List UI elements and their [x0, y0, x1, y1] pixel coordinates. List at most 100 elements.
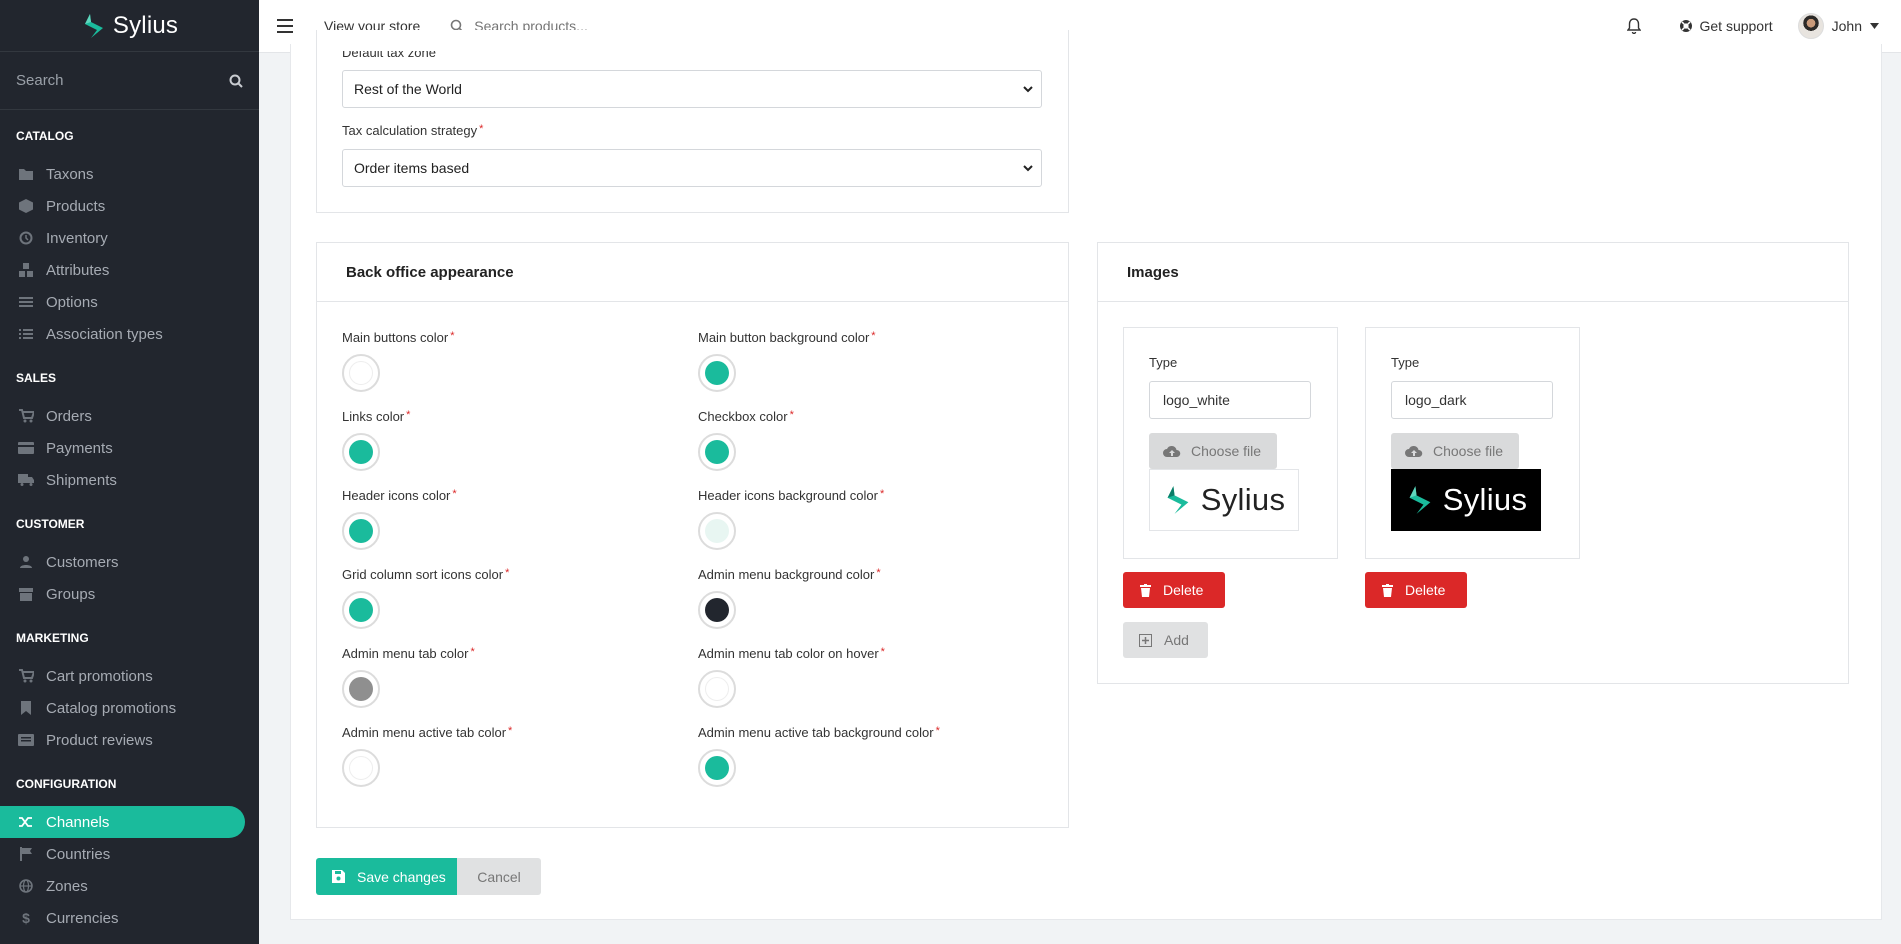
field-label-text: Header icons color: [342, 488, 451, 503]
admin-menu-active-tab-bg-color-picker[interactable]: [698, 749, 736, 787]
color-dot: [349, 598, 373, 622]
get-support-link[interactable]: Get support: [1679, 18, 1773, 34]
admin-menu-tab-hover-color-picker[interactable]: [698, 670, 736, 708]
sidebar-item-currencies[interactable]: $ Currencies: [0, 902, 259, 934]
dollar-icon: $: [22, 910, 30, 926]
sidebar-item-countries[interactable]: Countries: [0, 838, 259, 870]
choose-file-button[interactable]: Choose file: [1149, 433, 1277, 469]
brand-logo[interactable]: Sylius: [0, 0, 259, 52]
sidebar-item-label: Association types: [46, 325, 163, 343]
grid-sort-icons-color-picker[interactable]: [342, 591, 380, 629]
required-marker: *: [479, 123, 484, 135]
bell-icon[interactable]: [1625, 18, 1643, 34]
sylius-logo-icon: [1167, 486, 1189, 514]
sidebar-item-payments[interactable]: Payments: [0, 432, 259, 464]
sidebar-item-label: Catalog promotions: [46, 699, 177, 717]
credit-card-icon: [18, 440, 34, 456]
sidebar-item-orders[interactable]: Orders: [0, 400, 259, 432]
sidebar-item-label: Cart promotions: [46, 667, 153, 685]
add-image-button[interactable]: Add: [1123, 622, 1208, 658]
sidebar-item-customers[interactable]: Customers: [0, 546, 259, 578]
logo-text: Sylius: [1442, 482, 1528, 517]
header-icons-color-picker[interactable]: [342, 512, 380, 550]
color-dot: [705, 440, 729, 464]
field-label-text: Admin menu tab color: [342, 646, 469, 661]
sidebar-item-inventory[interactable]: Inventory: [0, 222, 259, 254]
sidebar-item-zones[interactable]: Zones: [0, 870, 259, 902]
sidebar-section-sales: SALES: [16, 371, 57, 385]
sidebar-section-customer: CUSTOMER: [16, 517, 85, 531]
logo-text: Sylius: [1200, 482, 1286, 517]
sidebar-item-shipments[interactable]: Shipments: [0, 464, 259, 496]
links-color-label: Links color *: [342, 409, 410, 424]
links-color-picker[interactable]: [342, 433, 380, 471]
required-marker: *: [879, 488, 885, 500]
cancel-button[interactable]: Cancel: [457, 858, 541, 895]
sidebar-item-options[interactable]: Options: [0, 286, 259, 318]
cubes-icon: [18, 262, 34, 278]
default-tax-zone-select[interactable]: Rest of the World: [342, 70, 1042, 108]
checkbox-color-picker[interactable]: [698, 433, 736, 471]
delete-image-button[interactable]: Delete: [1365, 572, 1467, 608]
sidebar-item-label: Inventory: [46, 229, 108, 247]
field-label-text: Checkbox color: [698, 409, 788, 424]
main-buttons-color-picker[interactable]: [342, 354, 380, 392]
checkbox-color-label: Checkbox color *: [698, 409, 794, 424]
sidebar-section-catalog: CATALOG: [16, 129, 74, 143]
cloud-upload-icon: [1163, 445, 1181, 457]
default-tax-zone-value: Rest of the World: [354, 81, 462, 97]
sidebar-item-taxons[interactable]: Taxons: [0, 158, 259, 190]
sidebar: Sylius Search CATALOG Taxons Products In…: [0, 0, 259, 944]
color-dot: [705, 519, 729, 543]
sidebar-item-label: Channels: [46, 813, 110, 831]
admin-menu-active-tab-color-picker[interactable]: [342, 749, 380, 787]
sliders-icon: [18, 294, 34, 310]
image-type-input[interactable]: logo_dark: [1391, 381, 1553, 419]
choose-file-button[interactable]: Choose file: [1391, 433, 1519, 469]
tax-strategy-select[interactable]: Order items based: [342, 149, 1042, 187]
sidebar-item-attributes[interactable]: Attributes: [0, 254, 259, 286]
image-type-label: Type: [1149, 355, 1178, 370]
field-label-text: Links color: [342, 409, 405, 424]
save-changes-button[interactable]: Save changes: [316, 858, 457, 895]
required-marker: *: [508, 725, 513, 737]
menu-toggle-icon[interactable]: [277, 19, 293, 33]
admin-menu-bg-color-picker[interactable]: [698, 591, 736, 629]
list-icon: [18, 326, 34, 342]
header-icons-bg-color-label: Header icons background color *: [698, 488, 884, 503]
bookmark-icon: [18, 700, 34, 716]
header-icons-bg-color-picker[interactable]: [698, 512, 736, 550]
image-type-input[interactable]: logo_white: [1149, 381, 1311, 419]
color-dot: [705, 756, 729, 780]
search-icon[interactable]: [229, 74, 243, 88]
shuffle-icon: [18, 814, 34, 830]
sidebar-item-channels[interactable]: Channels: [0, 806, 245, 838]
sidebar-search[interactable]: Search: [0, 52, 259, 110]
trash-icon: [1382, 583, 1393, 597]
user-menu[interactable]: John: [1797, 13, 1879, 39]
delete-image-button[interactable]: Delete: [1123, 572, 1225, 608]
logo-white-preview: Sylius: [1149, 469, 1299, 531]
required-marker: *: [871, 330, 876, 342]
required-marker: *: [406, 409, 411, 421]
users-icon: [18, 554, 34, 570]
sidebar-item-product-reviews[interactable]: Product reviews: [0, 724, 259, 756]
trash-icon: [1140, 583, 1151, 597]
main-button-bg-color-picker[interactable]: [698, 354, 736, 392]
sidebar-item-cart-promotions[interactable]: Cart promotions: [0, 660, 259, 692]
tax-strategy-label-text: Tax calculation strategy: [342, 123, 478, 138]
admin-menu-active-tab-color-label: Admin menu active tab color *: [342, 725, 512, 740]
admin-menu-tab-color-picker[interactable]: [342, 670, 380, 708]
image-card-white: Type logo_white Choose file Sylius: [1123, 327, 1338, 559]
sidebar-item-label: Orders: [46, 407, 92, 425]
sidebar-item-association-types[interactable]: Association types: [0, 318, 259, 350]
get-support-label: Get support: [1699, 18, 1773, 34]
history-icon: [18, 230, 34, 246]
sidebar-item-groups[interactable]: Groups: [0, 578, 259, 610]
sidebar-item-label: Options: [46, 293, 98, 311]
sidebar-item-catalog-promotions[interactable]: Catalog promotions: [0, 692, 259, 724]
sylius-logo-icon: [1409, 486, 1431, 514]
cart-icon: [18, 668, 34, 684]
sidebar-item-label: Countries: [46, 845, 111, 863]
sidebar-item-products[interactable]: Products: [0, 190, 259, 222]
